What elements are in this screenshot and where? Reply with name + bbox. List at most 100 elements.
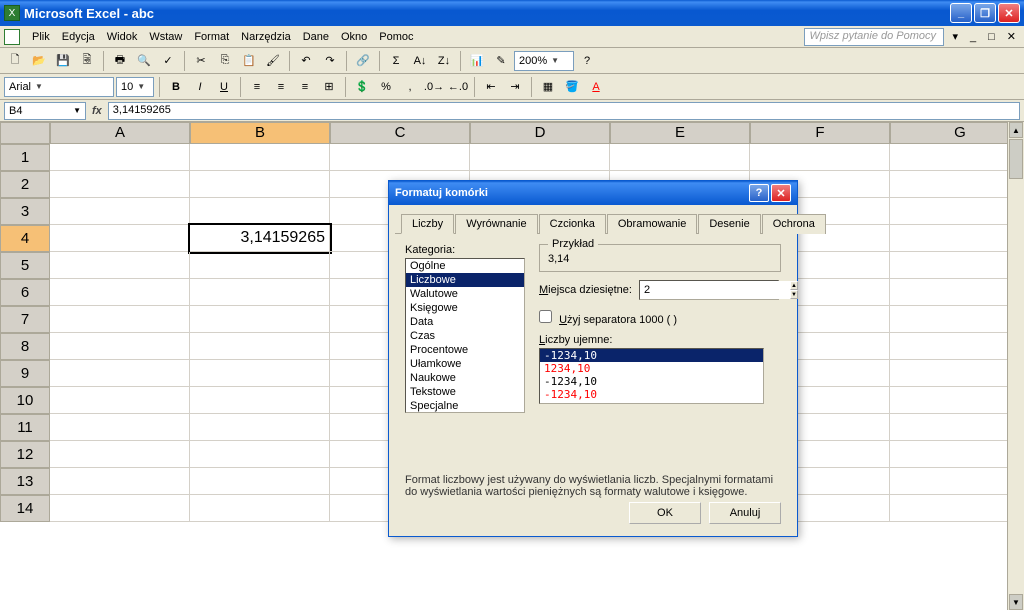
redo-icon[interactable]: ↷	[319, 50, 341, 72]
menu-narzedzia[interactable]: Narzędzia	[235, 29, 297, 45]
scroll-down-icon[interactable]: ▼	[1009, 594, 1023, 610]
cell-A5[interactable]	[50, 252, 190, 279]
cell-A13[interactable]	[50, 468, 190, 495]
cell-F1[interactable]	[750, 144, 890, 171]
inner-maximize-button[interactable]: □	[984, 31, 999, 43]
cell-A1[interactable]	[50, 144, 190, 171]
maximize-button[interactable]: ❐	[974, 3, 996, 23]
column-header-G[interactable]: G	[890, 122, 1024, 144]
column-header-E[interactable]: E	[610, 122, 750, 144]
comma-icon[interactable]: ,	[399, 76, 421, 98]
row-header-12[interactable]: 12	[0, 441, 50, 468]
cell-B14[interactable]	[190, 495, 330, 522]
menu-format[interactable]: Format	[188, 29, 235, 45]
cell-B10[interactable]	[190, 387, 330, 414]
cell-B2[interactable]	[190, 171, 330, 198]
category-item[interactable]: Czas	[406, 329, 524, 343]
column-header-D[interactable]: D	[470, 122, 610, 144]
dialog-help-button[interactable]: ?	[749, 184, 769, 202]
column-header-B[interactable]: B	[190, 122, 330, 144]
close-button[interactable]: ✕	[998, 3, 1020, 23]
underline-icon[interactable]: U	[213, 76, 235, 98]
menu-edycja[interactable]: Edycja	[56, 29, 101, 45]
row-header-9[interactable]: 9	[0, 360, 50, 387]
scroll-up-icon[interactable]: ▲	[1009, 122, 1023, 138]
sort-desc-icon[interactable]: Z↓	[433, 50, 455, 72]
increase-indent-icon[interactable]: ⇥	[504, 76, 526, 98]
new-icon[interactable]: 🗋	[4, 50, 26, 72]
tab-ochrona[interactable]: Ochrona	[762, 214, 826, 234]
cell-B11[interactable]	[190, 414, 330, 441]
cut-icon[interactable]: ✂	[190, 50, 212, 72]
category-item[interactable]: Specjalne	[406, 399, 524, 413]
tab-desenie[interactable]: Desenie	[698, 214, 760, 234]
cell-B7[interactable]	[190, 306, 330, 333]
cell-B6[interactable]	[190, 279, 330, 306]
spinner-down-icon[interactable]: ▼	[790, 290, 798, 299]
category-item[interactable]: Księgowe	[406, 301, 524, 315]
cell-B4[interactable]: 3,14159265	[190, 225, 330, 252]
drawing-icon[interactable]: ✎	[490, 50, 512, 72]
percent-icon[interactable]: %	[375, 76, 397, 98]
tab-obramowanie[interactable]: Obramowanie	[607, 214, 697, 234]
row-header-5[interactable]: 5	[0, 252, 50, 279]
menu-dane[interactable]: Dane	[297, 29, 335, 45]
negative-sample-item[interactable]: 1234,10	[540, 362, 763, 375]
decimal-places-input[interactable]	[640, 281, 790, 299]
cell-B3[interactable]	[190, 198, 330, 225]
paste-icon[interactable]: 📋	[238, 50, 260, 72]
help-icon[interactable]: ?	[576, 50, 598, 72]
font-combo[interactable]: Arial▼	[4, 77, 114, 97]
cell-G4[interactable]	[890, 225, 1024, 252]
row-header-3[interactable]: 3	[0, 198, 50, 225]
inner-minimize-button[interactable]: ▾	[948, 30, 962, 43]
dialog-titlebar[interactable]: Formatuj komórki ? ✕	[389, 181, 797, 205]
cell-B9[interactable]	[190, 360, 330, 387]
scroll-thumb[interactable]	[1009, 139, 1023, 179]
tab-liczby[interactable]: Liczby	[401, 214, 454, 234]
negative-numbers-list[interactable]: -1234,101234,10-1234,10-1234,10	[539, 348, 764, 404]
italic-icon[interactable]: I	[189, 76, 211, 98]
hyperlink-icon[interactable]: 🔗	[352, 50, 374, 72]
spinner-up-icon[interactable]: ▲	[790, 281, 798, 290]
cell-A7[interactable]	[50, 306, 190, 333]
cell-C1[interactable]	[330, 144, 470, 171]
row-header-8[interactable]: 8	[0, 333, 50, 360]
cell-G12[interactable]	[890, 441, 1024, 468]
fontsize-combo[interactable]: 10▼	[116, 77, 154, 97]
decrease-decimal-icon[interactable]: ←.0	[447, 76, 469, 98]
cell-G9[interactable]	[890, 360, 1024, 387]
category-item[interactable]: Liczbowe	[406, 273, 524, 287]
menu-wstaw[interactable]: Wstaw	[143, 29, 188, 45]
borders-icon[interactable]: ▦	[537, 76, 559, 98]
cell-A3[interactable]	[50, 198, 190, 225]
menu-pomoc[interactable]: Pomoc	[373, 29, 419, 45]
category-item[interactable]: Tekstowe	[406, 385, 524, 399]
cell-A11[interactable]	[50, 414, 190, 441]
ok-button[interactable]: OK	[629, 502, 701, 524]
zoom-combo[interactable]: 200%▼	[514, 51, 574, 71]
cell-G14[interactable]	[890, 495, 1024, 522]
sort-asc-icon[interactable]: A↓	[409, 50, 431, 72]
cell-G8[interactable]	[890, 333, 1024, 360]
cell-B13[interactable]	[190, 468, 330, 495]
preview-icon[interactable]: 🔍	[133, 50, 155, 72]
cell-G13[interactable]	[890, 468, 1024, 495]
column-header-F[interactable]: F	[750, 122, 890, 144]
category-list[interactable]: OgólneLiczboweWalutoweKsięgoweDataCzasPr…	[405, 258, 525, 413]
align-right-icon[interactable]: ≡	[294, 76, 316, 98]
row-header-13[interactable]: 13	[0, 468, 50, 495]
cell-A8[interactable]	[50, 333, 190, 360]
row-header-4[interactable]: 4	[0, 225, 50, 252]
vertical-scrollbar[interactable]: ▲ ▼	[1007, 122, 1024, 610]
help-search[interactable]: Wpisz pytanie do Pomocy	[804, 28, 944, 46]
cell-A6[interactable]	[50, 279, 190, 306]
row-header-6[interactable]: 6	[0, 279, 50, 306]
formula-input[interactable]: 3,14159265	[108, 102, 1020, 120]
cell-A9[interactable]	[50, 360, 190, 387]
column-header-A[interactable]: A	[50, 122, 190, 144]
cell-B12[interactable]	[190, 441, 330, 468]
cell-G11[interactable]	[890, 414, 1024, 441]
row-header-7[interactable]: 7	[0, 306, 50, 333]
thousand-separator-checkbox[interactable]	[539, 310, 552, 323]
